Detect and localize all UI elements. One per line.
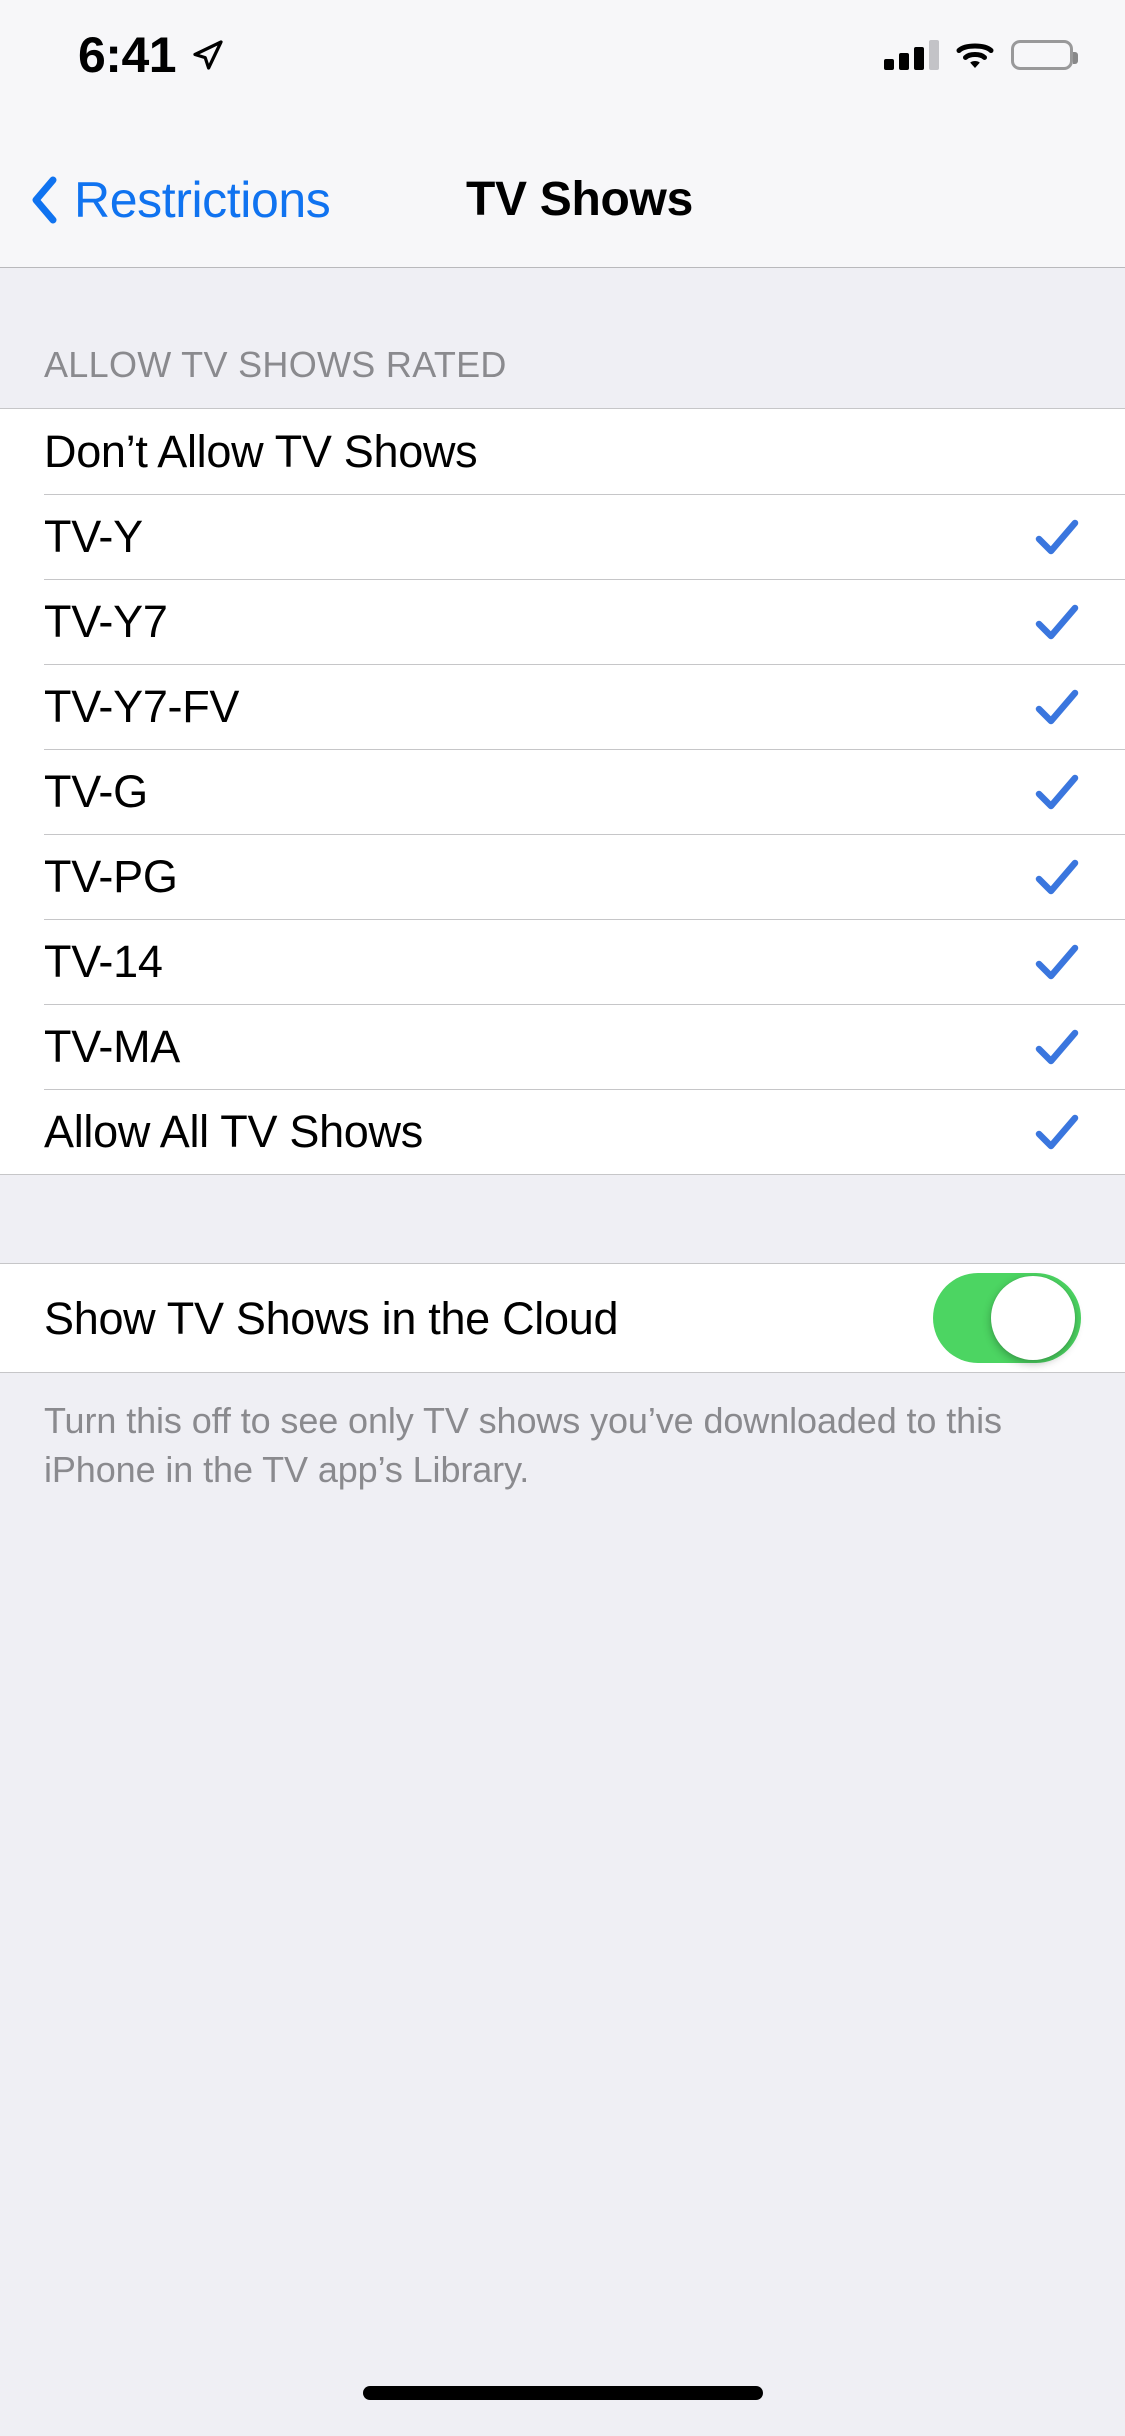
- tv-rating-label: TV-MA: [44, 1024, 1033, 1069]
- iphone-screen: 6:41: [0, 0, 1125, 2436]
- status-bar-clock: 6:41: [78, 30, 176, 80]
- tv-rating-row[interactable]: TV-14: [0, 919, 1125, 1004]
- tv-rating-row[interactable]: Allow All TV Shows: [0, 1089, 1125, 1174]
- cloud-settings-group: Show TV Shows in the Cloud: [0, 1263, 1125, 1373]
- location-arrow-icon: [190, 38, 224, 72]
- checkmark-icon: [1033, 683, 1081, 731]
- tv-rating-row[interactable]: TV-Y: [0, 494, 1125, 579]
- tv-rating-row[interactable]: TV-MA: [0, 1004, 1125, 1089]
- checkmark-icon: [1033, 1023, 1081, 1071]
- home-indicator[interactable]: [363, 2386, 763, 2400]
- tv-rating-row[interactable]: Don’t Allow TV Shows: [0, 409, 1125, 494]
- tv-rating-label: Allow All TV Shows: [44, 1109, 1033, 1154]
- checkmark-icon: [1033, 768, 1081, 816]
- cloud-section-footer: Turn this off to see only TV shows you’v…: [0, 1373, 1125, 1495]
- tv-rating-row[interactable]: TV-G: [0, 749, 1125, 834]
- tv-rating-label: TV-PG: [44, 854, 1033, 899]
- tv-rating-label: Don’t Allow TV Shows: [44, 429, 1033, 474]
- tv-rating-label: TV-Y7: [44, 599, 1033, 644]
- tv-rating-label: TV-Y: [44, 514, 1033, 559]
- tv-rating-label: TV-G: [44, 769, 1033, 814]
- tv-rating-label: TV-Y7-FV: [44, 684, 1033, 729]
- home-indicator-area: [0, 2350, 1125, 2436]
- checkmark-icon: [1033, 1108, 1081, 1156]
- status-bar-left: 6:41: [78, 30, 224, 80]
- show-tv-shows-in-cloud-row[interactable]: Show TV Shows in the Cloud: [0, 1264, 1125, 1372]
- cellular-signal-icon: [884, 40, 939, 70]
- checkmark-icon: [1033, 513, 1081, 561]
- checkmark-icon: [1033, 938, 1081, 986]
- navigation-bar: Restrictions TV Shows: [0, 132, 1125, 268]
- tv-rating-row[interactable]: TV-Y7: [0, 579, 1125, 664]
- status-bar-right: [884, 40, 1073, 70]
- section-header-allow-tv-shows-rated: ALLOW TV SHOWS RATED: [0, 268, 1125, 408]
- tv-rating-label: TV-14: [44, 939, 1033, 984]
- tv-rating-list: Don’t Allow TV Shows TV-Y TV-Y7 TV-Y7-FV TV-…: [0, 408, 1125, 1175]
- show-tv-shows-in-cloud-label: Show TV Shows in the Cloud: [44, 1296, 933, 1341]
- section-gap: [0, 1175, 1125, 1263]
- toggle-knob: [991, 1276, 1075, 1360]
- wifi-icon: [955, 40, 995, 70]
- show-tv-shows-in-cloud-toggle[interactable]: [933, 1273, 1081, 1363]
- page-title: TV Shows: [0, 172, 1125, 227]
- tv-rating-row[interactable]: TV-Y7-FV: [0, 664, 1125, 749]
- checkmark-icon: [1033, 598, 1081, 646]
- tv-rating-row[interactable]: TV-PG: [0, 834, 1125, 919]
- settings-content: ALLOW TV SHOWS RATED Don’t Allow TV Show…: [0, 268, 1125, 2350]
- status-bar: 6:41: [0, 0, 1125, 132]
- battery-icon: [1011, 40, 1073, 70]
- checkmark-icon: [1033, 853, 1081, 901]
